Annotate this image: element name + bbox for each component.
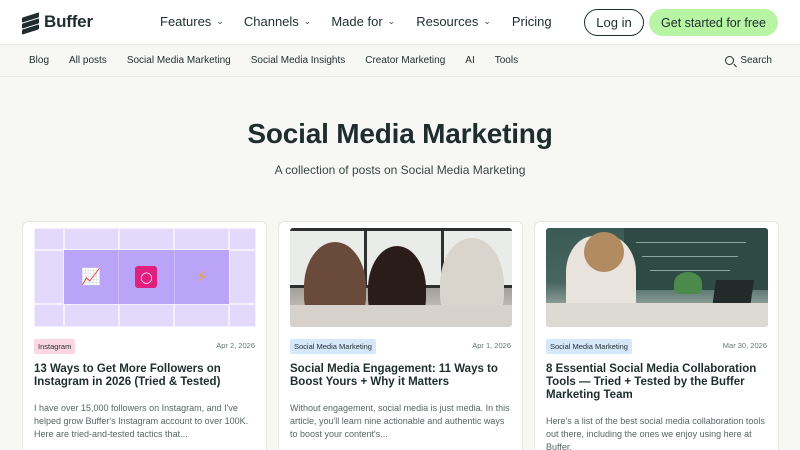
post-date: Apr 2, 2026	[216, 341, 255, 350]
post-tag[interactable]: Social Media Marketing	[290, 339, 376, 354]
sub-navigation: Blog All posts Social Media Marketing So…	[0, 46, 800, 77]
nav-channels[interactable]: Channels ⌄	[244, 14, 311, 29]
buffer-logo[interactable]: Buffer	[22, 12, 93, 35]
post-title[interactable]: 8 Essential Social Media Collaboration T…	[546, 363, 768, 402]
subnav-social-media-marketing[interactable]: Social Media Marketing	[127, 55, 231, 66]
post-excerpt: Without engagement, social media is just…	[290, 403, 510, 439]
nav-made-for[interactable]: Made for ⌄	[331, 14, 395, 29]
chevron-down-icon: ⌄	[483, 16, 491, 26]
nav-features[interactable]: Features ⌄	[160, 14, 224, 29]
post-card[interactable]: Social Media Marketing Apr 1, 2026 Socia…	[278, 221, 523, 450]
post-date: Apr 1, 2026	[472, 341, 511, 350]
get-started-button[interactable]: Get started for free	[649, 9, 778, 36]
subnav-creator-marketing[interactable]: Creator Marketing	[365, 55, 445, 66]
post-card[interactable]: 📈 ◯ ⚡ Instagram Apr 2, 2026 13 Ways to G…	[22, 221, 267, 450]
post-thumbnail	[290, 228, 512, 327]
login-button[interactable]: Log in	[584, 9, 644, 36]
chart-icon: 📈	[81, 269, 102, 286]
nav-resources[interactable]: Resources ⌄	[416, 14, 491, 29]
subnav-blog[interactable]: Blog	[29, 55, 49, 66]
nav-channels-label: Channels	[243, 14, 299, 29]
chevron-down-icon: ⌄	[387, 16, 396, 26]
nav-pricing-label: Pricing	[511, 14, 552, 29]
chevron-down-icon: ⌄	[216, 16, 224, 26]
search-icon	[725, 56, 735, 65]
search-label: Search	[740, 55, 772, 66]
top-navigation: Buffer Features ⌄ Channels ⌄ Made for ⌄ Res…	[0, 0, 800, 45]
nav-features-label: Features	[160, 14, 212, 29]
post-excerpt: Here's a list of the best social media c…	[546, 416, 765, 450]
post-tag[interactable]: Instagram	[34, 339, 76, 354]
post-thumbnail: 📈 ◯ ⚡	[34, 228, 256, 327]
page-subtitle: A collection of posts on Social Media Ma…	[274, 163, 526, 177]
post-excerpt: I have over 15,000 followers on Instagra…	[34, 403, 249, 439]
instagram-icon: ◯	[135, 266, 158, 288]
category-links: Blog All posts Social Media Marketing So…	[29, 55, 538, 66]
subnav-ai[interactable]: AI	[465, 55, 474, 66]
nav-pricing[interactable]: Pricing	[512, 14, 552, 29]
post-title[interactable]: 13 Ways to Get More Followers on Instagr…	[34, 363, 256, 389]
brand-name: Buffer	[44, 12, 93, 31]
post-card[interactable]: Social Media Marketing Mar 30, 2026 8 Es…	[534, 221, 779, 450]
post-title[interactable]: Social Media Engagement: 11 Ways to Boos…	[290, 363, 512, 389]
post-tag[interactable]: Social Media Marketing	[546, 339, 632, 354]
subnav-all-posts[interactable]: All posts	[69, 55, 107, 66]
nav-made-for-label: Made for	[331, 14, 383, 29]
chevron-down-icon: ⌄	[303, 16, 312, 26]
page-title: Social Media Marketing	[247, 118, 553, 149]
nav-resources-label: Resources	[416, 14, 479, 29]
bolt-icon: ⚡	[196, 269, 208, 286]
post-thumbnail	[546, 228, 768, 327]
subnav-tools[interactable]: Tools	[495, 55, 518, 66]
search-button[interactable]: Search	[725, 55, 772, 66]
subnav-social-media-insights[interactable]: Social Media Insights	[251, 55, 346, 66]
main-menu: Features ⌄ Channels ⌄ Made for ⌄ Resources ⌄…	[160, 14, 552, 29]
post-date: Mar 30, 2026	[722, 341, 767, 350]
buffer-logo-icon	[22, 12, 39, 35]
